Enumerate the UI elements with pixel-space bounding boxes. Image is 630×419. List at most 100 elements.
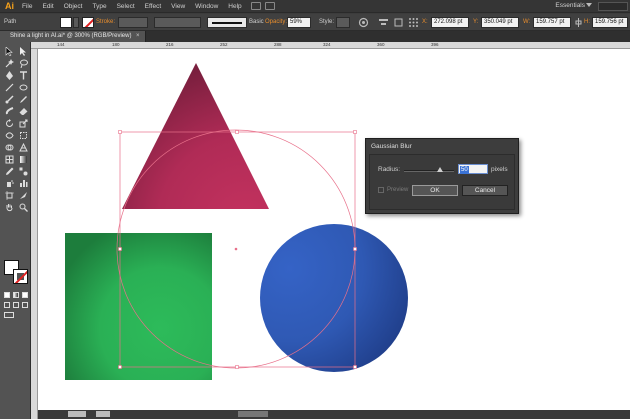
ruler-tick-label: 324 [323, 42, 331, 47]
gradient-tool-icon[interactable] [17, 154, 29, 164]
width-tool-icon[interactable] [3, 130, 15, 140]
width-field[interactable]: 159.757 pt [533, 17, 571, 28]
artboard-canvas[interactable] [38, 49, 630, 410]
column-graph-tool-icon[interactable] [17, 178, 29, 188]
preview-label: Preview [387, 187, 409, 193]
menu-help[interactable]: Help [223, 0, 246, 13]
stroke-weight-field[interactable] [118, 17, 148, 28]
cancel-button[interactable]: Cancel [462, 185, 508, 196]
preview-checkbox[interactable] [378, 187, 384, 193]
radius-slider-track[interactable] [404, 170, 454, 172]
draw-behind-button[interactable] [13, 302, 19, 308]
zoom-level-field[interactable] [68, 411, 86, 417]
ruler-tick-label: 180 [112, 42, 120, 47]
symbol-sprayer-tool-icon[interactable] [3, 178, 15, 188]
eyedropper-tool-icon[interactable] [3, 166, 15, 176]
horizontal-ruler[interactable]: 144 180 216 252 288 324 360 396 [31, 42, 630, 49]
constrain-proportions-icon[interactable] [575, 17, 582, 28]
radius-input[interactable]: 50 [458, 164, 488, 174]
draw-inside-button[interactable] [22, 302, 28, 308]
menu-object[interactable]: Object [59, 0, 88, 13]
artboard-tool-icon[interactable] [3, 190, 15, 200]
vertical-ruler[interactable] [31, 49, 38, 419]
x-field[interactable]: 272.098 pt [431, 17, 469, 28]
transform-icon[interactable] [393, 17, 404, 28]
bridge-buttons [250, 2, 275, 10]
zoom-tool-icon[interactable] [17, 202, 29, 212]
y-field[interactable]: 350.049 pt [481, 17, 519, 28]
bridge-icon[interactable] [250, 2, 261, 10]
menu-file[interactable]: File [17, 0, 37, 13]
reference-point-icon[interactable] [408, 17, 419, 28]
ruler-tick-label: 216 [166, 42, 174, 47]
draw-normal-button[interactable] [4, 302, 10, 308]
brush-label: Basic [249, 19, 264, 25]
slice-tool-icon[interactable] [17, 190, 29, 200]
magic-wand-tool-icon[interactable] [3, 58, 15, 68]
menu-view[interactable]: View [166, 0, 190, 13]
y-label: Y: [473, 19, 479, 25]
menu-bar: Ai File Edit Object Type Select Effect V… [0, 0, 630, 13]
status-selector[interactable] [238, 411, 268, 417]
menu-window[interactable]: Window [190, 0, 223, 13]
color-button[interactable] [4, 292, 10, 298]
ellipse-tool-icon[interactable] [17, 82, 29, 92]
opacity-label[interactable]: Opacity: [265, 19, 287, 25]
rotate-tool-icon[interactable] [3, 118, 15, 128]
fill-dropdown[interactable] [73, 17, 79, 28]
perspective-grid-tool-icon[interactable] [17, 142, 29, 152]
variable-width-profile[interactable] [154, 17, 201, 28]
blob-brush-tool-icon[interactable] [3, 106, 15, 116]
screen-mode-button[interactable] [4, 312, 14, 318]
circle-shape[interactable] [260, 224, 408, 372]
hand-tool-icon[interactable] [3, 202, 15, 212]
illustrator-window: Ai File Edit Object Type Select Effect V… [0, 0, 630, 419]
fill-stroke-widget[interactable] [4, 260, 30, 286]
stroke-color-box[interactable] [13, 269, 28, 284]
radius-label: Radius: [378, 166, 401, 173]
free-transform-tool-icon[interactable] [17, 130, 29, 140]
recolor-artwork-icon[interactable] [358, 17, 369, 28]
gradient-button[interactable] [13, 292, 19, 298]
close-icon[interactable]: × [136, 31, 140, 42]
ruler-tick-label: 252 [220, 42, 228, 47]
radius-slider-thumb[interactable] [437, 167, 443, 172]
lasso-tool-icon[interactable] [17, 58, 29, 68]
align-icon[interactable] [378, 17, 389, 28]
stroke-swatch[interactable] [82, 17, 94, 28]
document-tab[interactable]: Shine a light in AI.ai* @ 300% (RGB/Prev… [0, 31, 146, 42]
stroke-label[interactable]: Stroke: [96, 19, 115, 25]
tool-grid [3, 46, 29, 212]
type-tool-icon[interactable] [17, 70, 29, 80]
shape-builder-tool-icon[interactable] [3, 142, 15, 152]
menu-edit[interactable]: Edit [37, 0, 58, 13]
graphic-style-dropdown[interactable] [336, 17, 350, 28]
square-shape[interactable] [65, 233, 212, 380]
pencil-tool-icon[interactable] [17, 94, 29, 104]
triangle-shape[interactable] [122, 63, 269, 209]
selection-tool-icon[interactable] [3, 46, 15, 56]
menu-select[interactable]: Select [112, 0, 140, 13]
chevron-down-icon[interactable] [586, 3, 592, 7]
line-segment-tool-icon[interactable] [3, 82, 15, 92]
artboard-navigator[interactable] [96, 411, 110, 417]
arrange-documents-icon[interactable] [264, 2, 275, 10]
paintbrush-tool-icon[interactable] [3, 94, 15, 104]
blend-tool-icon[interactable] [17, 166, 29, 176]
mesh-tool-icon[interactable] [3, 154, 15, 164]
none-button[interactable] [22, 292, 28, 298]
opacity-field[interactable]: 59% [287, 17, 311, 28]
search-input[interactable] [598, 2, 628, 11]
direct-selection-tool-icon[interactable] [17, 46, 29, 56]
menu-type[interactable]: Type [87, 0, 111, 13]
ok-button[interactable]: OK [412, 185, 458, 196]
fill-swatch[interactable] [60, 17, 72, 28]
workspace-switcher[interactable]: Essentials [555, 2, 585, 9]
height-field[interactable]: 159.756 pt [592, 17, 628, 28]
eraser-tool-icon[interactable] [17, 106, 29, 116]
brush-preview[interactable] [207, 17, 247, 28]
pen-tool-icon[interactable] [3, 70, 15, 80]
menu-effect[interactable]: Effect [140, 0, 167, 13]
scale-tool-icon[interactable] [17, 118, 29, 128]
gaussian-blur-dialog: Gaussian Blur Radius: 50 pixels Preview … [365, 138, 519, 214]
